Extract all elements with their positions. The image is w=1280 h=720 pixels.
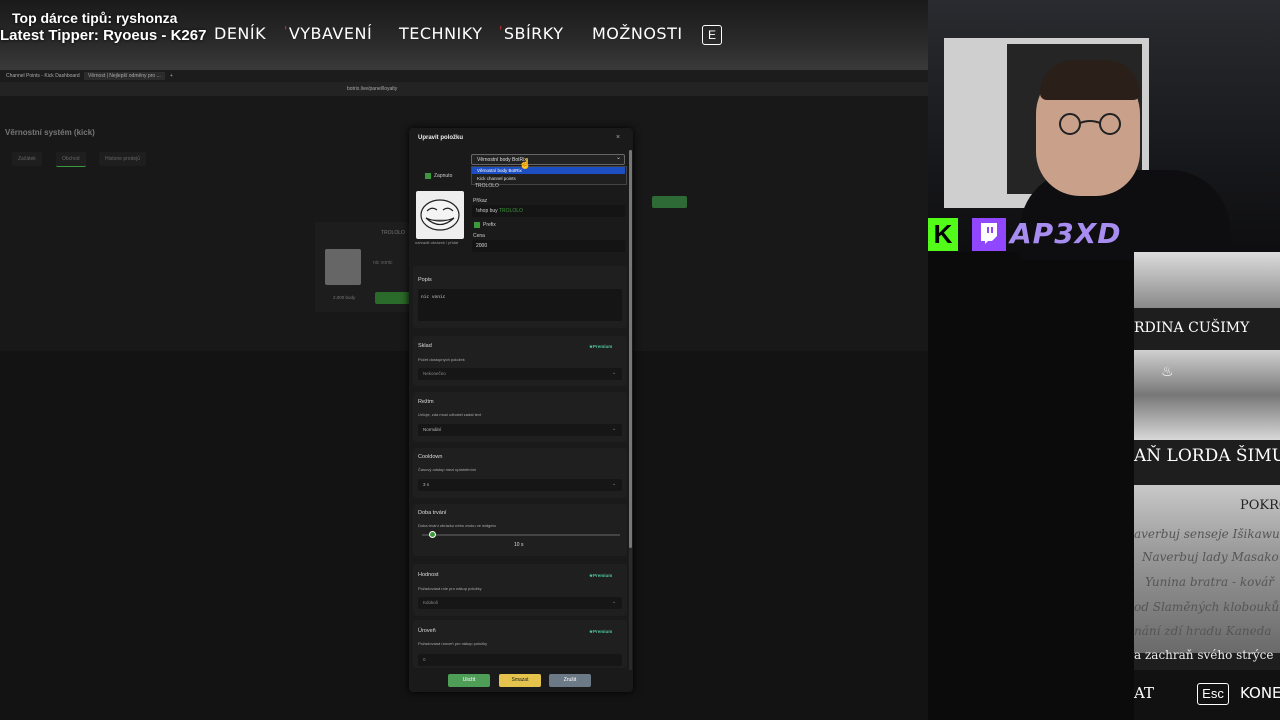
prefix-checkbox[interactable] [474, 222, 480, 228]
mode-label: Režim [418, 399, 434, 405]
tab-shop[interactable]: Obchod [56, 152, 86, 167]
duration-slider[interactable] [422, 534, 620, 536]
cooldown-desc: Časový odstup mezi uplatněními [418, 467, 476, 472]
browser-tab-bar: Channel Points - Kick Dashboard Věrnost … [0, 70, 928, 82]
description-textarea[interactable]: nic vonic [418, 289, 622, 321]
chevron-down-icon[interactable]: ⌄ [612, 426, 616, 432]
currency-option-kick[interactable]: Kick channel points [472, 175, 625, 182]
game-quest-item: Naverbuj lady Masako [1142, 550, 1279, 564]
game-quest-item: od Slaměných klobouků [1134, 600, 1280, 614]
level-input[interactable]: 0 [418, 654, 622, 666]
game-esc-key-icon: E [702, 25, 722, 45]
game-section-title: POKRO [1240, 498, 1280, 513]
game-quest-item: a zachraň svého strýce [1134, 648, 1274, 662]
rank-select[interactable]: Kdokoli [418, 597, 622, 609]
premium-badge: ★Premium [589, 573, 613, 578]
enabled-label: Zapnuto [434, 173, 453, 179]
game-menu-collections: 'SBÍRKY [499, 24, 564, 43]
hand-cursor-icon: ☝ [519, 159, 532, 170]
close-icon[interactable]: × [616, 134, 620, 141]
cooldown-select[interactable]: 3 s [418, 479, 622, 491]
duration-label: Doba trvání [418, 510, 447, 516]
item-title: TROLOLO [475, 183, 499, 189]
image-caption[interactable]: nahradit obrázek / přidat [415, 240, 458, 245]
mode-desc: Určuje, zda musí uživatel zadat text [418, 412, 482, 417]
game-bottom-right: KONE [1240, 684, 1280, 702]
delete-button[interactable]: Smazat [499, 674, 541, 687]
game-quest-title: AŇ LORDA ŠIMUR [1134, 446, 1280, 466]
mode-select[interactable]: Normální [418, 424, 622, 436]
price-label: Cena [473, 233, 485, 239]
game-menu-equipment: 'VYBAVENÍ [284, 24, 373, 43]
command-input[interactable]: !shop buy TROLOLO [472, 205, 625, 217]
page-title: Věrnostní systém (kick) [5, 128, 95, 137]
twitch-logo-icon [972, 218, 1006, 251]
game-panel-image [1134, 252, 1280, 308]
channel-brand: AP3XD [1010, 217, 1122, 250]
game-menu-options: MOŽNOSTI [592, 24, 683, 43]
chevron-down-icon[interactable]: ⌄ [612, 481, 616, 487]
duration-desc: Doba trvání obrázku nebo zvuku ve widget… [418, 523, 496, 528]
item-card-button[interactable] [375, 292, 411, 304]
command-value: TROLOLO [498, 208, 523, 214]
duration-slider-handle[interactable] [428, 531, 436, 538]
item-card-image [325, 249, 361, 285]
tab-sales-history[interactable]: Historie prodejů [99, 152, 147, 166]
browser-tab-active[interactable]: Věrnost | Nejlepší odměny pro ... [84, 72, 165, 80]
currency-option-botrix[interactable]: Věrnostní body BotRix [472, 167, 625, 174]
url-bar[interactable] [0, 82, 928, 96]
item-card-title: TROLOLO [381, 230, 405, 236]
game-quest-item: Yunina bratra - kovář [1145, 575, 1275, 589]
game-quest-title: RDINA CUŠIMY [1134, 320, 1250, 336]
level-desc: Požadovaná úroveň pro nákup položky [418, 641, 488, 646]
game-quest-item: averbuj senseje Išikawu [1134, 527, 1280, 541]
game-menu-journal: DENÍK [214, 24, 267, 43]
add-item-button[interactable] [652, 196, 687, 208]
premium-badge: ★Premium [589, 344, 613, 349]
level-label: Úroveň [418, 628, 436, 634]
price-input[interactable]: 2000 [472, 240, 625, 252]
flame-icon: ♨ [1161, 363, 1174, 379]
enabled-checkbox[interactable] [425, 173, 431, 179]
stock-label: Sklad [418, 343, 432, 349]
description-label: Popis [418, 277, 432, 283]
premium-badge: ★Premium [589, 629, 613, 634]
chevron-down-icon[interactable]: ⌄ [612, 599, 616, 605]
game-bottom-left: AT [1134, 684, 1155, 702]
item-card-price: 2,000 body [333, 295, 356, 300]
top-tipper-text: Top dárce tipů: ryshonza [12, 10, 178, 26]
chevron-down-icon[interactable]: ⌄ [616, 154, 621, 161]
game-quest-item: nání zdí hradu Kaneda [1134, 624, 1272, 638]
command-prefix: !shop buy [476, 208, 499, 214]
cancel-button[interactable]: Zrušit [549, 674, 591, 687]
stock-select[interactable]: Nekonečno [418, 368, 622, 380]
esc-key-icon: Esc [1197, 683, 1229, 705]
command-label: Příkaz [473, 198, 488, 204]
trollface-image [420, 199, 460, 231]
rank-label: Hodnost [418, 572, 439, 578]
kick-logo-icon: K [928, 218, 958, 251]
currency-select[interactable]: Věrnostní body BotRix [471, 154, 625, 165]
modal-scrollbar-thumb[interactable] [629, 150, 632, 548]
item-card-desc: nic vonic [373, 260, 393, 266]
cooldown-label: Cooldown [418, 454, 443, 460]
url-text[interactable]: botrix.live/panel/loyalty [347, 86, 397, 92]
stock-desc: Počet dostupných položek [418, 357, 465, 362]
save-button[interactable]: Uložit [448, 674, 490, 687]
browser-tab[interactable]: Channel Points - Kick Dashboard [2, 72, 84, 80]
latest-tipper-text: Latest Tipper: Ryoeus - K267 [0, 27, 207, 44]
game-menu-techniques: TECHNIKY [399, 24, 483, 43]
prefix-label: Prefix [483, 222, 496, 228]
chevron-down-icon[interactable]: ⌄ [612, 370, 616, 376]
tab-start[interactable]: Začátek [12, 152, 42, 166]
new-tab-icon[interactable]: + [166, 72, 177, 80]
streamer-hair [1040, 60, 1140, 100]
duration-value: 10 s [514, 542, 524, 548]
modal-title: Upravit položku [418, 135, 464, 141]
rank-desc: Požadovaná role pro nákup položky [418, 586, 482, 591]
game-panel-image [1134, 350, 1280, 440]
glasses-icon [1059, 113, 1121, 135]
